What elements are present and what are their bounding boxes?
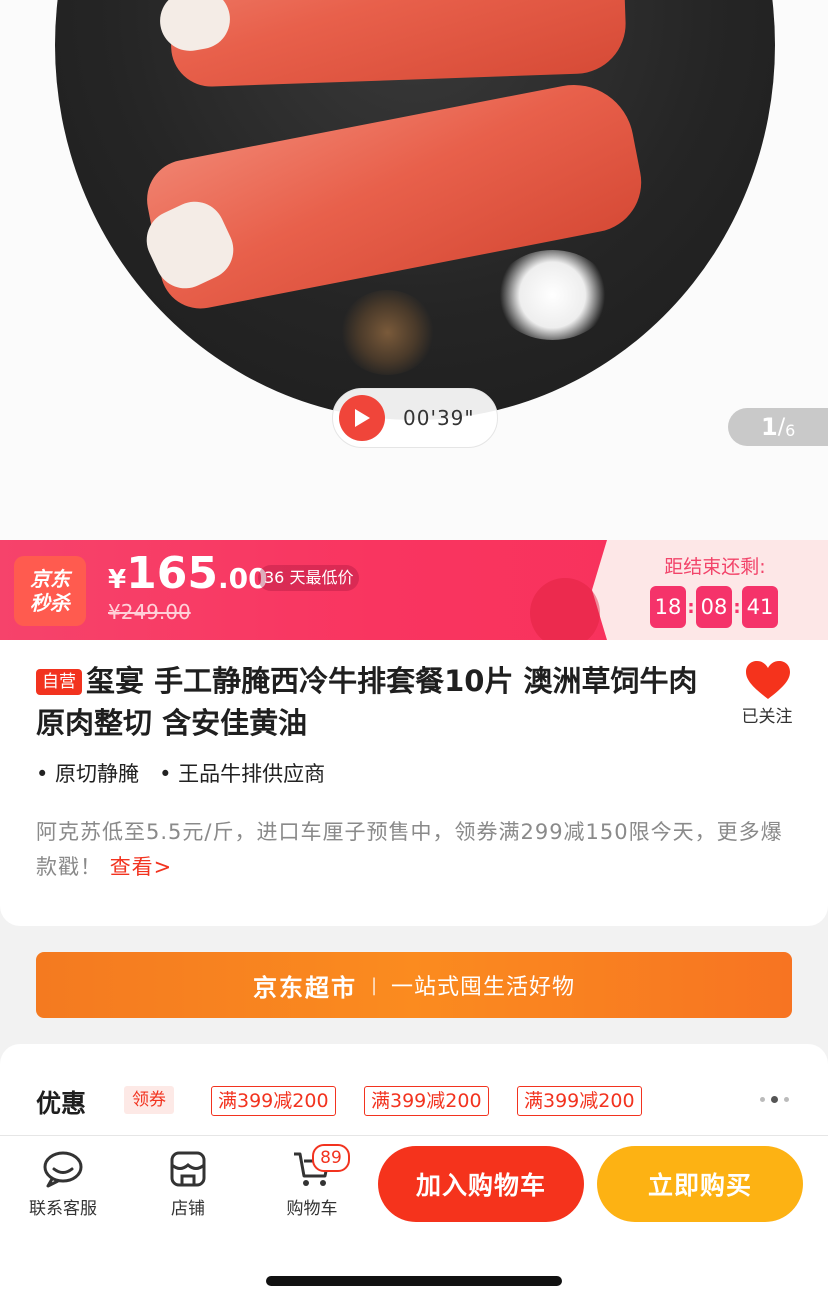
image-page-counter: 1 / 6 bbox=[728, 408, 828, 446]
coupon-item[interactable]: 满399减200 bbox=[364, 1086, 489, 1116]
store-icon bbox=[170, 1151, 206, 1187]
page-dot bbox=[784, 1097, 789, 1102]
follow-button[interactable]: 已关注 bbox=[738, 660, 798, 727]
customer-service-label: 联系客服 bbox=[29, 1199, 97, 1219]
promo-text: 阿克苏低至5.5元/斤，进口车厘子预售中，领券满299减150限今天，更多爆款戳… bbox=[36, 815, 796, 885]
lowest-price-badge: 36 天最低价 bbox=[258, 565, 360, 591]
video-duration: 00'39" bbox=[403, 406, 475, 430]
logo-line1: 京东 bbox=[30, 567, 70, 591]
coupon-item[interactable]: 满399减200 bbox=[517, 1086, 642, 1116]
banner-slogan: 一站式囤生活好物 bbox=[391, 975, 576, 1000]
cart-label: 购物车 bbox=[286, 1199, 338, 1219]
countdown-seconds: 41 bbox=[742, 586, 778, 628]
currency-symbol: ¥ bbox=[108, 565, 127, 595]
follow-label: 已关注 bbox=[741, 707, 793, 727]
logo-line2: 秒杀 bbox=[30, 591, 70, 615]
feature-list: • 原切静腌 • 王品牛排供应商 bbox=[36, 758, 345, 788]
page-separator: / bbox=[777, 414, 786, 440]
self-operated-tag: 自营 bbox=[36, 669, 82, 695]
jd-supermarket-banner[interactable]: 京东超市 | 一站式囤生活好物 bbox=[36, 952, 792, 1018]
heart-icon bbox=[746, 661, 790, 699]
page-dot bbox=[760, 1097, 765, 1102]
countdown-colon: : bbox=[733, 596, 741, 618]
coupon-item[interactable]: 满399减200 bbox=[211, 1086, 336, 1116]
product-title-text: 玺宴 手工静腌西冷牛排套餐10片 澳洲草饲牛肉 原肉整切 含安佳黄油 bbox=[36, 664, 698, 740]
feature-item: • 原切静腌 bbox=[36, 762, 140, 786]
buy-now-button[interactable]: 立即购买 bbox=[597, 1146, 803, 1222]
original-price: ¥249.00 bbox=[108, 600, 191, 624]
page-dot-active bbox=[771, 1096, 778, 1103]
home-indicator[interactable] bbox=[266, 1276, 562, 1286]
banner-separator: | bbox=[370, 974, 378, 996]
price-integer: 165 bbox=[126, 548, 218, 599]
video-play-button[interactable]: 00'39" bbox=[332, 388, 498, 448]
countdown-minutes: 08 bbox=[696, 586, 732, 628]
get-coupon-button[interactable]: 领券 bbox=[124, 1086, 174, 1114]
alarm-clock-icon bbox=[530, 578, 600, 648]
feature-item: • 王品牛排供应商 bbox=[159, 762, 326, 786]
page-current: 1 bbox=[761, 413, 778, 441]
shop-label: 店铺 bbox=[171, 1199, 205, 1219]
cart-count-badge: 89 bbox=[312, 1144, 350, 1172]
countdown-timer: 18 : 08 : 41 bbox=[650, 586, 778, 628]
add-to-cart-button[interactable]: 加入购物车 bbox=[378, 1146, 584, 1222]
chat-bubble-icon bbox=[43, 1151, 83, 1188]
coupon-section-title: 优惠 bbox=[36, 1089, 87, 1118]
customer-service-button[interactable]: 联系客服 bbox=[18, 1150, 108, 1219]
countdown-colon: : bbox=[687, 596, 695, 618]
play-icon bbox=[339, 395, 385, 441]
shop-button[interactable]: 店铺 bbox=[143, 1150, 233, 1219]
countdown-hours: 18 bbox=[650, 586, 686, 628]
banner-brand: 京东超市 bbox=[252, 973, 357, 1002]
sale-price: ¥165.00 bbox=[108, 548, 268, 599]
promo-view-link[interactable]: 查看> bbox=[110, 855, 173, 879]
product-image-gallery[interactable]: 00'39" 1 / 6 bbox=[0, 0, 828, 540]
product-title: 自营 玺宴 手工静腌西冷牛排套餐10片 澳洲草饲牛肉 原肉整切 含安佳黄油 bbox=[36, 660, 726, 744]
countdown-label: 距结束还剩: bbox=[664, 556, 766, 578]
flash-sale-logo: 京东 秒杀 bbox=[14, 556, 86, 626]
home-indicator-area bbox=[0, 1234, 828, 1302]
coupon-page-dots bbox=[760, 1096, 795, 1103]
salt-image bbox=[495, 250, 610, 340]
page-total: 6 bbox=[785, 420, 796, 440]
pepper-image bbox=[340, 290, 435, 375]
